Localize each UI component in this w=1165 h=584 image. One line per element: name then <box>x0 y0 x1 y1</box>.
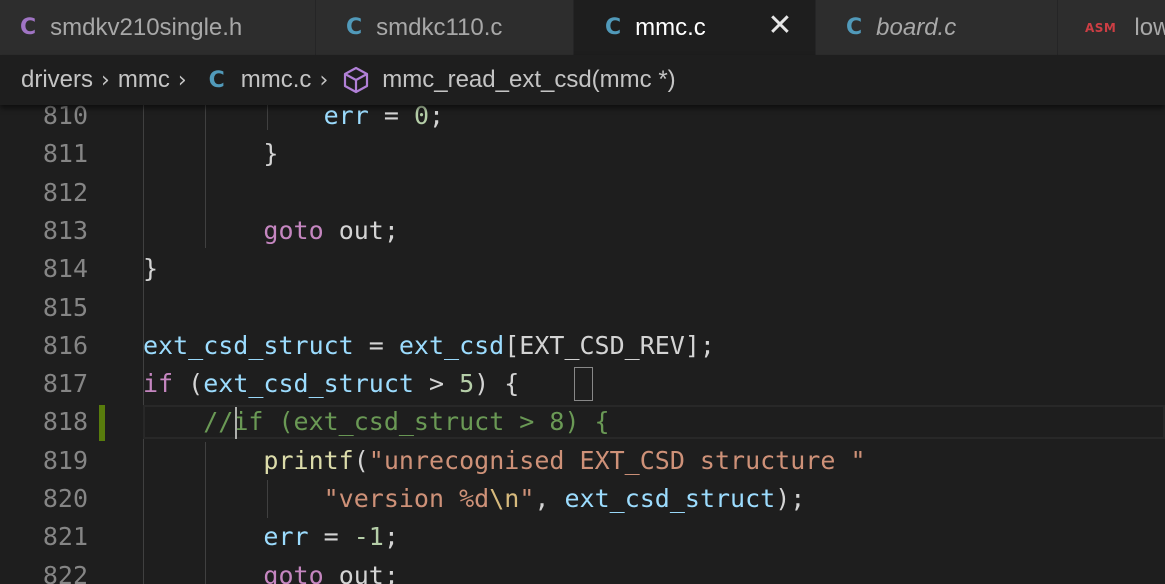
indent-guide <box>143 105 144 584</box>
code-line[interactable]: 813 goto out; <box>0 212 1165 250</box>
chevron-right-icon: › <box>177 67 187 93</box>
c-file-icon: C <box>208 67 225 93</box>
line-code: err = 0; <box>323 105 445 130</box>
line-number: 815 <box>42 292 88 322</box>
line-number: 810 <box>42 105 88 130</box>
indent-guide <box>267 105 268 130</box>
tab-smdkc110-c[interactable]: C smdkc110.c <box>316 0 574 55</box>
tab-smdkv210single-h[interactable]: C smdkv210single.h <box>0 0 316 55</box>
breadcrumb-folder-drivers[interactable]: drivers <box>21 66 93 94</box>
tab-label: smdkv210single.h <box>50 13 243 41</box>
indent-guide <box>205 442 206 584</box>
line-number: 812 <box>42 177 88 207</box>
code-line[interactable]: 822 goto out; <box>0 557 1165 584</box>
line-code: } <box>263 139 279 169</box>
tab-low[interactable]: ASM low <box>1058 0 1165 55</box>
code-line[interactable]: 815 <box>0 289 1165 327</box>
tab-label: smdkc110.c <box>376 13 503 41</box>
line-number: 817 <box>42 369 88 399</box>
line-number: 811 <box>42 139 88 169</box>
modified-line-indicator <box>99 405 105 441</box>
editor-tab-bar: C smdkv210single.h C smdkc110.c C mmc.c … <box>0 0 1165 55</box>
line-code: if (ext_csd_struct > 5) { <box>143 369 520 399</box>
text-cursor <box>235 407 237 439</box>
tab-board-c[interactable]: C board.c <box>816 0 1058 55</box>
line-number: 813 <box>42 215 88 245</box>
chevron-right-icon: › <box>319 67 329 93</box>
line-code: } <box>143 254 159 284</box>
code-line[interactable]: 819 printf("unrecognised EXT_CSD structu… <box>0 442 1165 480</box>
line-code: goto out; <box>263 215 399 245</box>
close-tab-icon[interactable]: ✕ <box>767 11 793 41</box>
line-number: 822 <box>42 560 88 584</box>
tab-mmc-c[interactable]: C mmc.c ✕ <box>574 0 816 55</box>
code-line[interactable]: 811 } <box>0 135 1165 173</box>
code-line[interactable]: 821 err = -1; <box>0 518 1165 556</box>
line-number: 819 <box>42 445 88 475</box>
line-number: 820 <box>42 484 88 513</box>
line-code: printf("unrecognised EXT_CSD structure " <box>263 445 866 475</box>
breadcrumb-symbol[interactable]: mmc_read_ext_csd(mmc *) <box>382 66 675 94</box>
breadcrumb-folder-mmc[interactable]: mmc <box>118 66 170 94</box>
cube-icon <box>342 66 370 94</box>
code-line[interactable]: 820 "version %d\n", ext_csd_struct); <box>0 480 1165 518</box>
c-file-icon: C <box>846 14 863 40</box>
indent-guide <box>205 105 206 248</box>
chevron-right-icon: › <box>101 67 110 93</box>
tab-label: low <box>1134 13 1165 41</box>
line-code: ext_csd_struct = ext_csd[EXT_CSD_REV]; <box>143 330 715 360</box>
c-header-file-icon: C <box>20 14 37 40</box>
line-number: 818 <box>42 407 88 437</box>
bracket-match-highlight <box>574 367 593 401</box>
code-line[interactable]: 816 ext_csd_struct = ext_csd[EXT_CSD_REV]… <box>0 327 1165 365</box>
line-number: 814 <box>42 254 88 284</box>
code-line[interactable]: 814} <box>0 250 1165 288</box>
indent-guide <box>267 480 268 518</box>
tab-label: board.c <box>876 13 957 41</box>
code-line[interactable]: 810 err = 0; <box>0 105 1165 135</box>
asm-file-icon: ASM <box>1085 20 1117 35</box>
c-file-icon: C <box>605 14 622 40</box>
current-line-highlight <box>143 405 1165 439</box>
line-number: 816 <box>42 330 88 360</box>
breadcrumb: drivers › mmc › C mmc.c › mmc_read_ext_c… <box>0 55 1165 105</box>
breadcrumb-file[interactable]: mmc.c <box>241 66 312 94</box>
code-line[interactable]: 812 <box>0 174 1165 212</box>
tab-label: mmc.c <box>635 13 706 41</box>
line-code: err = -1; <box>263 522 399 552</box>
line-code: "version %d\n", ext_csd_struct); <box>323 484 806 513</box>
c-file-icon: C <box>346 14 363 40</box>
line-code: goto out; <box>263 560 399 584</box>
line-number: 821 <box>42 522 88 552</box>
code-editor[interactable]: 810 err = 0; 811 } 812 813 goto out; 814} 815… <box>0 105 1165 584</box>
